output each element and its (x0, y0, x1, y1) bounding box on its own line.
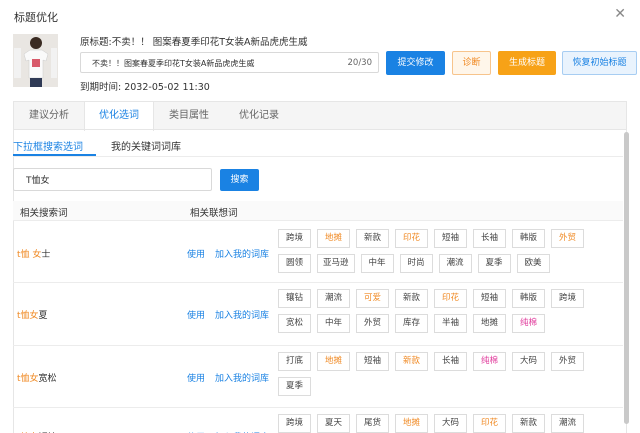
keyword-tag[interactable]: 潮流 (438, 254, 472, 273)
main-tabs: 建议分析 优化选词 类目属性 优化记录 (13, 101, 627, 131)
keyword-tag[interactable]: 夏天 (317, 414, 350, 433)
keyword-tag[interactable]: 时尚 (399, 254, 433, 273)
related-keyword: t恤 女士 (17, 250, 51, 260)
tab-word-select[interactable]: 优化选词 (84, 102, 154, 131)
table-row: t恤女短袖使用加入我的词库跨境夏天尾货地摊大码印花新款潮流 (13, 408, 623, 433)
keyword-tag[interactable]: 外贸 (551, 352, 584, 371)
keyword-tag[interactable]: 打底 (278, 352, 311, 371)
keyword-tag[interactable]: 可爱 (356, 289, 389, 308)
tag-group: 打底 地摊 短袖 新款 长袖 纯棉 大码 外贸夏季 (278, 352, 594, 396)
table-row: t恤女夏 使用 加入我的词库 镶钻 潮流 可爱 新款 印花 短袖 韩版 跨境宽松 中年 外贸 库存 半袖 地摊… (13, 283, 623, 346)
restore-title-button[interactable]: 恢复初始标题 (562, 51, 637, 75)
keyword-tag[interactable]: 跨境 (551, 289, 584, 308)
keyword-tag[interactable]: 尾货 (356, 414, 389, 433)
keyword-tag[interactable]: 地摊 (317, 352, 350, 371)
keyword-search-input[interactable] (13, 168, 212, 191)
related-keyword: t恤女宽松 (17, 374, 57, 384)
table-header: 相关搜索词 相关联想词 (13, 201, 623, 221)
subtab-dropdown-search[interactable]: 下拉框搜索选词 (13, 138, 83, 153)
keyword-tag[interactable]: 长袖 (434, 352, 467, 371)
keyword-tag[interactable]: 新款 (395, 289, 428, 308)
title-input-value[interactable]: 不卖！！图案春夏季印花T女装A新品虎虎生威 (92, 58, 254, 69)
original-title: 原标题:不卖！！ 图案春夏季印花T女装A新品虎虎生威 (80, 37, 308, 48)
generate-title-button[interactable]: 生成标题 (498, 51, 556, 75)
keyword-tag[interactable]: 外贸 (356, 314, 389, 333)
add-to-library-link[interactable]: 加入我的词库 (215, 371, 269, 384)
tag-group: 跨境 地摊 新款 印花 短袖 长袖 韩版 外贸圆领 亚马逊 中年 时尚 潮流 夏季 欧美 (278, 229, 594, 273)
keyword-tag[interactable]: 外贸 (551, 229, 584, 248)
keyword-tag[interactable]: 印花 (395, 229, 428, 248)
header-related-assoc: 相关联想词 (190, 208, 238, 219)
keyword-tag[interactable]: 跨境 (278, 229, 311, 248)
keyword-tag[interactable]: 镶钻 (278, 289, 311, 308)
use-link[interactable]: 使用 (187, 247, 205, 260)
char-count: 20/30 (347, 58, 373, 68)
keyword-tag[interactable]: 印花 (473, 414, 506, 433)
keyword-tag[interactable]: 大码 (434, 414, 467, 433)
keyword-tag[interactable]: 短袖 (434, 229, 467, 248)
keyword-tag[interactable]: 短袖 (473, 289, 506, 308)
keyword-tag[interactable]: 地摊 (395, 414, 428, 433)
subtab-my-keywords[interactable]: 我的关键词词库 (111, 138, 181, 153)
keyword-tag[interactable]: 潮流 (551, 414, 584, 433)
divider (13, 156, 623, 157)
related-keyword: t恤女夏 (17, 311, 48, 321)
add-to-library-link[interactable]: 加入我的词库 (215, 247, 269, 260)
keyword-tag[interactable]: 韩版 (512, 289, 545, 308)
keyword-tag[interactable]: 新款 (356, 229, 389, 248)
keyword-tag[interactable]: 印花 (434, 289, 467, 308)
submit-button[interactable]: 提交修改 (386, 51, 445, 75)
keyword-tag[interactable]: 纯棉 (512, 314, 545, 333)
use-link[interactable]: 使用 (187, 371, 205, 384)
tag-group: 镶钻 潮流 可爱 新款 印花 短袖 韩版 跨境宽松 中年 外贸 库存 半袖 地摊 纯棉 (278, 289, 594, 333)
keyword-tag[interactable]: 纯棉 (473, 352, 506, 371)
keyword-tag[interactable]: 新款 (395, 352, 428, 371)
table-row: t恤 女士 使用 加入我的词库 跨境 地摊 新款 印花 短袖 长袖 韩版 外贸圆领 亚马逊 中年 时尚 潮流… (13, 221, 623, 283)
keyword-tag[interactable]: 地摊 (317, 229, 350, 248)
keyword-tag[interactable]: 新款 (512, 414, 545, 433)
keyword-tag[interactable]: 大码 (512, 352, 545, 371)
keyword-tag[interactable]: 中年 (317, 314, 350, 333)
keyword-tag[interactable]: 中年 (360, 254, 394, 273)
table-row: t恤女宽松 使用 加入我的词库 打底 地摊 短袖 新款 长袖 纯棉 大码 外贸夏季 (13, 346, 623, 408)
keyword-tag[interactable]: 长袖 (473, 229, 506, 248)
tag-group: 跨境 夏天 尾货 地摊 大码 印花 新款 潮流 (278, 414, 594, 433)
keyword-tag[interactable]: 跨境 (278, 414, 311, 433)
keyword-tag[interactable]: 库存 (395, 314, 428, 333)
keyword-tag[interactable]: 地摊 (473, 314, 506, 333)
expire-time: 到期时间: 2032-05-02 11:30 (80, 82, 210, 93)
keyword-tag[interactable]: 圆领 (278, 254, 311, 273)
dialog-title: 标题优化 (14, 11, 58, 24)
scrollbar-thumb[interactable] (624, 132, 629, 424)
tab-category-attr[interactable]: 类目属性 (154, 102, 224, 130)
diagnose-button[interactable]: 诊断 (452, 51, 491, 75)
header-related-search: 相关搜索词 (20, 208, 68, 219)
tab-suggestion[interactable]: 建议分析 (14, 102, 84, 130)
keyword-tag[interactable]: 潮流 (317, 289, 350, 308)
title-input[interactable]: 不卖！！图案春夏季印花T女装A新品虎虎生威 20/30 (80, 52, 379, 73)
add-to-library-link[interactable]: 加入我的词库 (215, 308, 269, 321)
keyword-tag[interactable]: 半袖 (434, 314, 467, 333)
keyword-tag[interactable]: 韩版 (512, 229, 545, 248)
close-icon[interactable]: ✕ (614, 7, 626, 21)
keyword-tag[interactable]: 欧美 (516, 254, 550, 273)
product-thumbnail (13, 34, 58, 87)
tab-opt-record[interactable]: 优化记录 (224, 102, 294, 130)
search-button[interactable]: 搜索 (220, 169, 259, 191)
keyword-tag[interactable]: 亚马逊 (317, 254, 355, 273)
keyword-tag[interactable]: 夏季 (278, 377, 311, 396)
keyword-tag[interactable]: 宽松 (278, 314, 311, 333)
use-link[interactable]: 使用 (187, 308, 205, 321)
keyword-tag[interactable]: 短袖 (356, 352, 389, 371)
keyword-tag[interactable]: 夏季 (477, 254, 511, 273)
